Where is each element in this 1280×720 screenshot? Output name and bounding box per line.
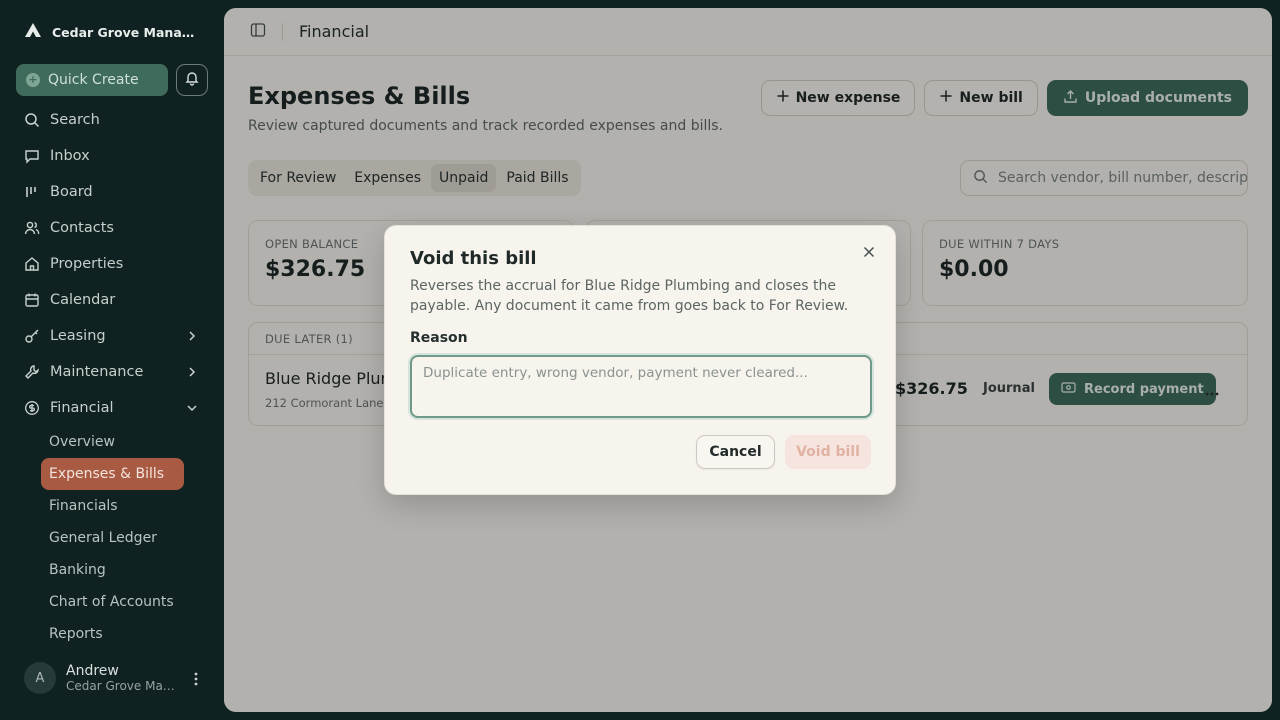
sidebar-item-label: Board — [50, 184, 93, 200]
cancel-button[interactable]: Cancel — [696, 435, 775, 469]
search-icon — [24, 112, 40, 128]
calendar-icon — [24, 292, 40, 308]
chevron-right-icon — [186, 365, 198, 383]
board-icon — [24, 184, 40, 200]
sidebar-subitem-overview[interactable]: Overview — [41, 426, 184, 458]
notifications-button[interactable] — [176, 64, 208, 96]
brand[interactable]: Cedar Grove Management — [24, 22, 200, 42]
sidebar-item-inbox[interactable]: Inbox — [16, 138, 208, 174]
void-bill-button[interactable]: Void bill — [785, 435, 871, 469]
void-bill-dialog: Void this bill Reverses the accrual for … — [384, 225, 896, 495]
sidebar-subitem-reports[interactable]: Reports — [41, 618, 184, 650]
close-icon[interactable] — [859, 242, 879, 262]
sidebar-subitem-general-ledger[interactable]: General Ledger — [41, 522, 184, 554]
quick-create-label: Quick Create — [48, 72, 139, 88]
avatar: A — [24, 662, 56, 694]
sidebar-subitem-chart-of-accounts[interactable]: Chart of Accounts — [41, 586, 184, 618]
dollar-icon — [24, 400, 40, 416]
dialog-title: Void this bill — [410, 248, 537, 269]
reason-textarea[interactable] — [410, 355, 872, 418]
sidebar-item-contacts[interactable]: Contacts — [16, 210, 208, 246]
bell-icon — [184, 70, 200, 90]
user-name: Andrew — [66, 663, 119, 679]
sidebar-subitem-expenses-bills[interactable]: Expenses & Bills — [41, 458, 184, 490]
key-icon — [24, 328, 40, 344]
brand-name: Cedar Grove Management — [52, 24, 200, 40]
sidebar-item-calendar[interactable]: Calendar — [16, 282, 208, 318]
chevron-down-icon — [186, 401, 198, 419]
sidebar-subitem-banking[interactable]: Banking — [41, 554, 184, 586]
wrench-icon — [24, 364, 40, 380]
sidebar-item-label: Properties — [50, 256, 124, 272]
plus-icon: + — [26, 73, 40, 87]
sidebar-item-label: Financial — [50, 400, 114, 416]
sidebar-item-label: Search — [50, 112, 100, 128]
user-org: Cedar Grove Management — [66, 679, 178, 693]
sidebar-item-label: Inbox — [50, 148, 90, 164]
sidebar-subitem-financials[interactable]: Financials — [41, 490, 184, 522]
financial-submenu: Overview Expenses & Bills Financials Gen… — [16, 426, 208, 650]
more-vertical-icon[interactable] — [194, 671, 198, 690]
reason-label: Reason — [410, 330, 468, 346]
sidebar-item-label: Contacts — [50, 220, 114, 236]
home-icon — [24, 256, 40, 272]
quick-create-button[interactable]: + Quick Create — [16, 64, 168, 96]
sidebar-item-properties[interactable]: Properties — [16, 246, 208, 282]
logo-mountain-icon — [24, 22, 42, 42]
sidebar-item-label: Calendar — [50, 292, 116, 308]
sidebar-nav: Search Inbox Board Contacts Properties C… — [16, 102, 208, 650]
dialog-description: Reverses the accrual for Blue Ridge Plum… — [410, 278, 849, 314]
sidebar-item-label: Leasing — [50, 328, 106, 344]
sidebar-item-board[interactable]: Board — [16, 174, 208, 210]
sidebar-item-maintenance[interactable]: Maintenance — [16, 354, 208, 390]
chevron-right-icon — [186, 329, 198, 347]
inbox-icon — [24, 148, 40, 164]
sidebar: Cedar Grove Management + Quick Create Se… — [0, 0, 224, 720]
user-menu[interactable]: A Andrew Cedar Grove Management — [24, 662, 208, 694]
contacts-icon — [24, 220, 40, 236]
sidebar-item-financial[interactable]: Financial — [16, 390, 208, 426]
sidebar-item-search[interactable]: Search — [16, 102, 208, 138]
sidebar-item-leasing[interactable]: Leasing — [16, 318, 208, 354]
sidebar-item-label: Maintenance — [50, 364, 144, 380]
